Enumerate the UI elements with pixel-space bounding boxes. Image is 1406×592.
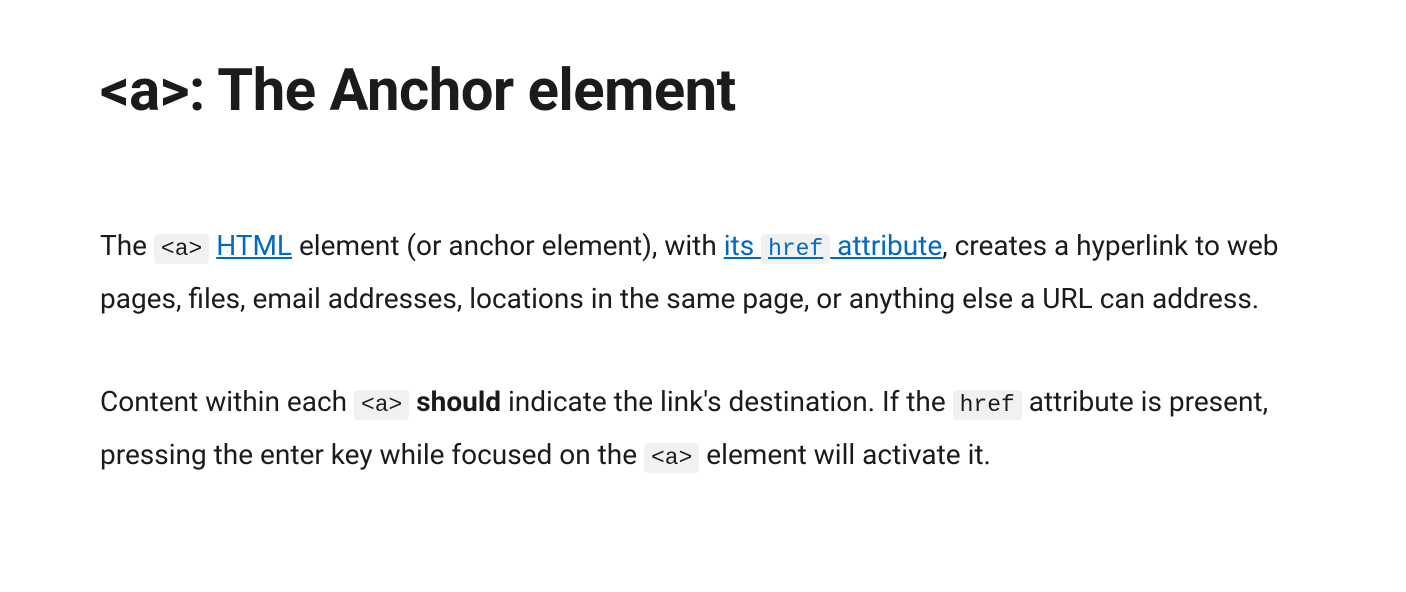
second-paragraph: Content within each <a> should indicate …: [100, 375, 1306, 481]
link-text: its: [724, 229, 761, 262]
link-href-attribute[interactable]: its href attribute: [724, 229, 942, 262]
intro-paragraph: The <a> HTML element (or anchor element)…: [100, 219, 1306, 325]
text: indicate the link's destination. If the: [501, 385, 953, 418]
code-href: href: [761, 234, 830, 264]
text: element will activate it.: [699, 438, 991, 471]
code-href: href: [953, 390, 1022, 420]
strong-should: should: [416, 385, 501, 418]
code-a-tag: <a>: [644, 443, 699, 473]
link-text: attribute: [830, 229, 942, 262]
code-a-tag: <a>: [354, 390, 409, 420]
text: Content within each: [100, 385, 354, 418]
page-title: <a>: The Anchor element: [100, 60, 1306, 124]
text: element (or anchor element), with: [292, 229, 724, 262]
text: The: [100, 229, 154, 262]
link-html[interactable]: HTML: [216, 229, 292, 262]
code-a-tag: <a>: [154, 234, 209, 264]
